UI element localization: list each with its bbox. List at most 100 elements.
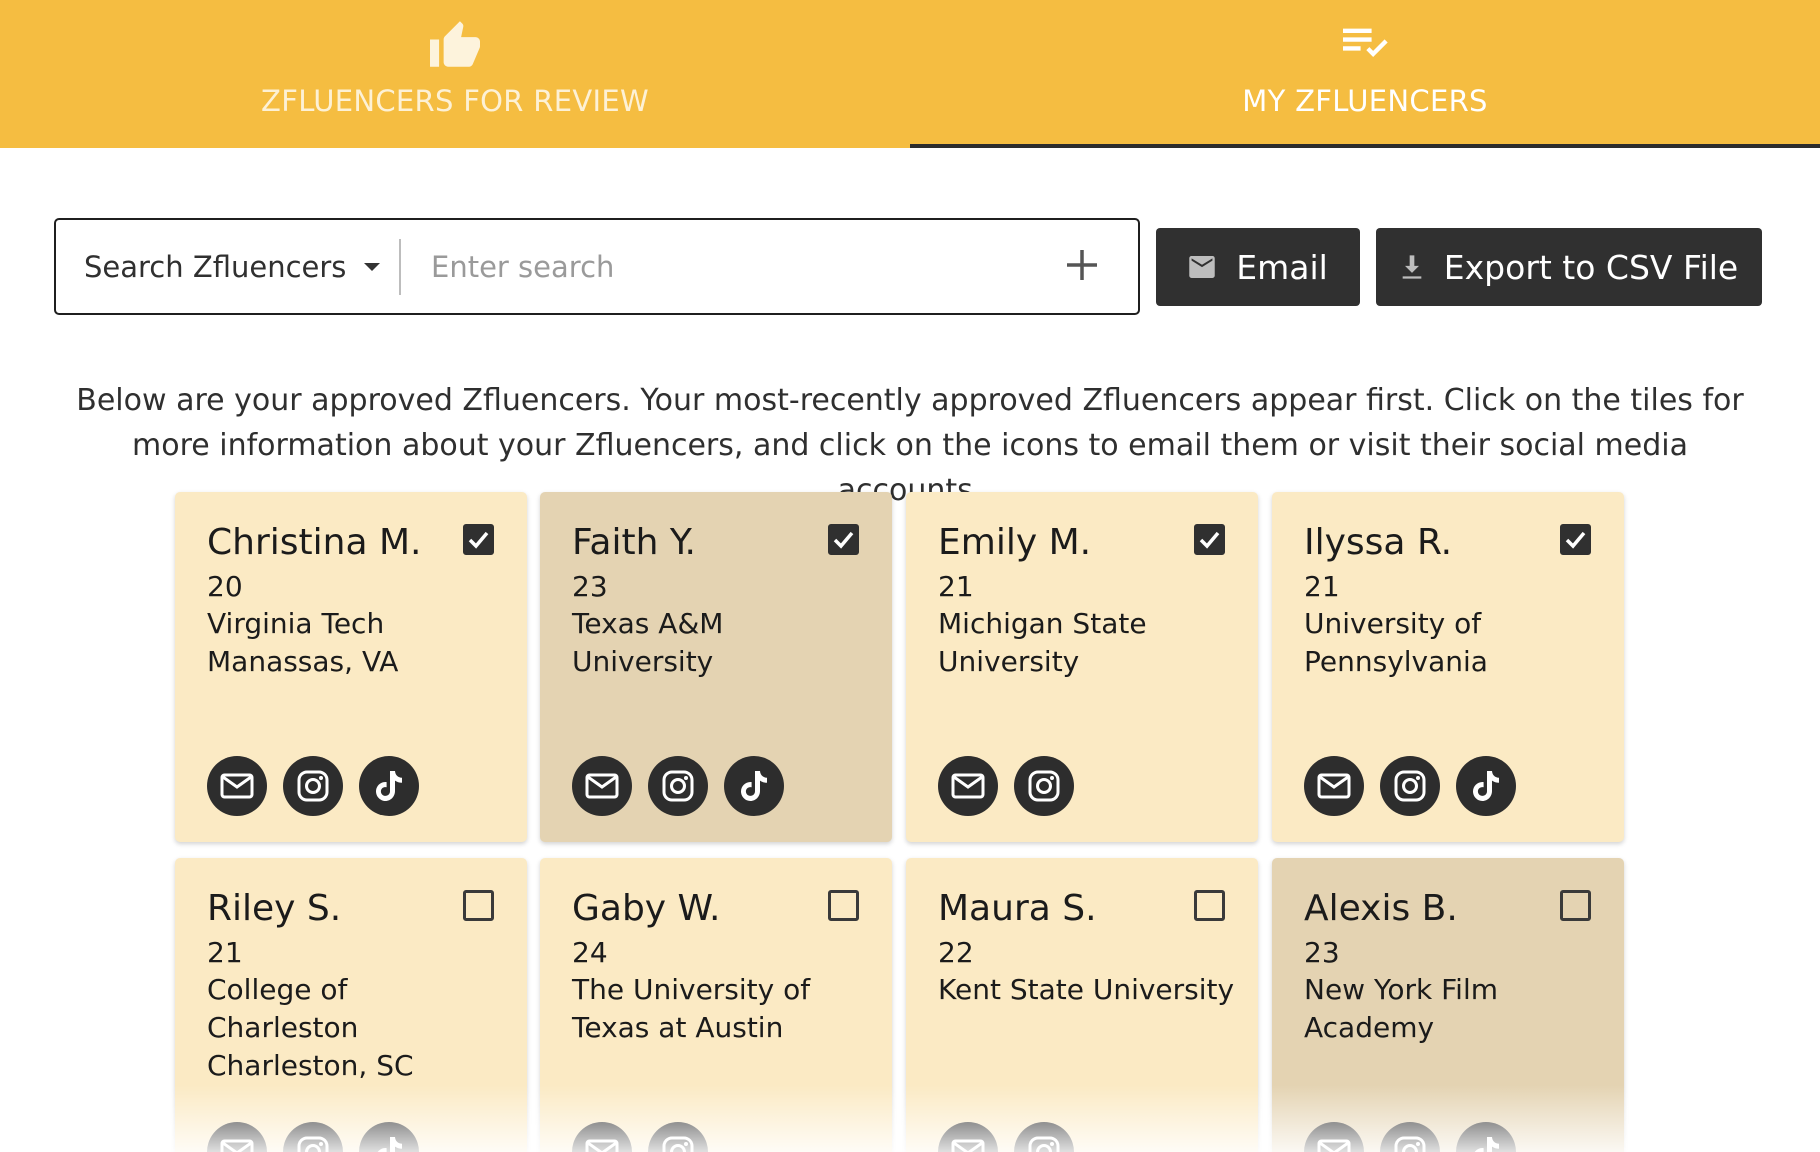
email-icon: [220, 773, 254, 799]
social-links: [572, 1122, 708, 1152]
zfluencer-name: Alexis B.: [1304, 888, 1458, 929]
search-filter-dropdown[interactable]: Search Zfluencers: [56, 238, 401, 295]
email-button-label: Email: [1236, 247, 1328, 287]
zfluencer-details: University of Pennsylvania: [1304, 605, 1604, 681]
email-link-button[interactable]: [572, 756, 632, 816]
instagram-icon: [1393, 1135, 1427, 1152]
search-box: Search Zfluencers: [54, 218, 1140, 315]
thumbs-up-icon: [425, 18, 485, 70]
instagram-icon: [1027, 1135, 1061, 1152]
instagram-link-button[interactable]: [648, 756, 708, 816]
zfluencer-card[interactable]: Maura S. 22 Kent State University: [906, 858, 1258, 1152]
zfluencer-card[interactable]: Ilyssa R. 21 University of Pennsylvania: [1272, 492, 1624, 842]
email-link-button[interactable]: [207, 756, 267, 816]
instagram-link-button[interactable]: [1380, 1122, 1440, 1152]
instagram-link-button[interactable]: [283, 1122, 343, 1152]
select-checkbox[interactable]: [828, 524, 859, 555]
instagram-icon: [296, 769, 330, 803]
zfluencer-card[interactable]: Emily M. 21 Michigan State University: [906, 492, 1258, 842]
check-icon: [1565, 531, 1586, 549]
email-icon: [1188, 256, 1216, 278]
select-checkbox[interactable]: [1560, 524, 1591, 555]
email-icon: [951, 1139, 985, 1152]
instagram-link-button[interactable]: [1014, 1122, 1074, 1152]
social-links: [572, 756, 784, 816]
email-link-button[interactable]: [938, 1122, 998, 1152]
zfluencer-age: 23: [1304, 936, 1340, 969]
social-links: [1304, 756, 1516, 816]
instagram-link-button[interactable]: [1014, 756, 1074, 816]
tiktok-link-button[interactable]: [359, 756, 419, 816]
zfluencer-location: Manassas, VA: [207, 645, 399, 678]
zfluencer-card[interactable]: Gaby W. 24 The University of Texas at Aust…: [540, 858, 892, 1152]
zfluencer-card[interactable]: Christina M. 20 Virginia Tech Manassas, VA: [175, 492, 527, 842]
zfluencer-details: Virginia Tech Manassas, VA: [207, 605, 507, 681]
zfluencer-school: Texas A&M University: [572, 607, 724, 678]
check-icon: [833, 531, 854, 549]
email-icon: [1317, 1139, 1351, 1152]
tiktok-icon: [1470, 1135, 1502, 1152]
tab-zfluencers-for-review[interactable]: ZFLUENCERS FOR REVIEW: [0, 0, 910, 148]
email-link-button[interactable]: [938, 756, 998, 816]
zfluencer-school: New York Film Academy: [1304, 973, 1499, 1044]
zfluencer-card[interactable]: Alexis B. 23 New York Film Academy: [1272, 858, 1624, 1152]
instagram-icon: [1027, 769, 1061, 803]
zfluencer-location: Charleston, SC: [207, 1049, 414, 1082]
email-button[interactable]: Email: [1156, 228, 1360, 306]
zfluencer-details: Michigan State University: [938, 605, 1238, 681]
tiktok-icon: [373, 1135, 405, 1152]
email-icon: [220, 1139, 254, 1152]
zfluencer-age: 21: [207, 936, 243, 969]
zfluencer-details: Kent State University: [938, 971, 1238, 1009]
social-links: [1304, 1122, 1516, 1152]
zfluencer-name: Gaby W.: [572, 888, 721, 929]
zfluencer-school: The University of Texas at Austin: [572, 973, 811, 1044]
zfluencer-school: Michigan State University: [938, 607, 1147, 678]
search-filter-label: Search Zfluencers: [84, 249, 347, 284]
tiktok-link-button[interactable]: [1456, 756, 1516, 816]
page: ZFLUENCERS FOR REVIEW MY ZFLUENCERS Sear…: [0, 0, 1820, 1152]
zfluencer-age: 23: [572, 570, 608, 603]
email-link-button[interactable]: [572, 1122, 632, 1152]
tiktok-link-button[interactable]: [1456, 1122, 1516, 1152]
zfluencer-age: 21: [1304, 570, 1340, 603]
email-icon: [1317, 773, 1351, 799]
social-links: [938, 756, 1074, 816]
email-icon: [585, 1139, 619, 1152]
zfluencer-details: College of Charleston Charleston, SC: [207, 971, 507, 1085]
add-search-button[interactable]: [1042, 227, 1122, 307]
check-icon: [468, 531, 489, 549]
instagram-link-button[interactable]: [648, 1122, 708, 1152]
search-input[interactable]: [401, 236, 1042, 297]
select-checkbox[interactable]: [828, 890, 859, 921]
zfluencer-details: New York Film Academy: [1304, 971, 1604, 1047]
zfluencer-name: Christina M.: [207, 522, 422, 563]
email-link-button[interactable]: [207, 1122, 267, 1152]
export-csv-button[interactable]: Export to CSV File: [1376, 228, 1762, 306]
select-checkbox[interactable]: [1560, 890, 1591, 921]
zfluencer-school: University of Pennsylvania: [1304, 607, 1488, 678]
zfluencer-card[interactable]: Faith Y. 23 Texas A&M University: [540, 492, 892, 842]
social-links: [207, 756, 419, 816]
select-checkbox[interactable]: [463, 890, 494, 921]
zfluencer-age: 22: [938, 936, 974, 969]
tiktok-link-button[interactable]: [359, 1122, 419, 1152]
check-icon: [1199, 531, 1220, 549]
select-checkbox[interactable]: [1194, 890, 1225, 921]
instagram-icon: [661, 1135, 695, 1152]
instagram-link-button[interactable]: [283, 756, 343, 816]
instagram-link-button[interactable]: [1380, 756, 1440, 816]
zfluencer-details: Texas A&M University: [572, 605, 872, 681]
tiktok-link-button[interactable]: [724, 756, 784, 816]
email-link-button[interactable]: [1304, 756, 1364, 816]
select-checkbox[interactable]: [463, 524, 494, 555]
instagram-icon: [661, 769, 695, 803]
select-checkbox[interactable]: [1194, 524, 1225, 555]
email-link-button[interactable]: [1304, 1122, 1364, 1152]
zfluencer-card[interactable]: Riley S. 21 College of Charleston Charlesto…: [175, 858, 527, 1152]
tab-label: MY ZFLUENCERS: [1242, 84, 1488, 118]
zfluencer-name: Riley S.: [207, 888, 342, 929]
tab-my-zfluencers[interactable]: MY ZFLUENCERS: [910, 0, 1820, 148]
export-button-label: Export to CSV File: [1443, 247, 1739, 287]
instagram-icon: [296, 1135, 330, 1152]
